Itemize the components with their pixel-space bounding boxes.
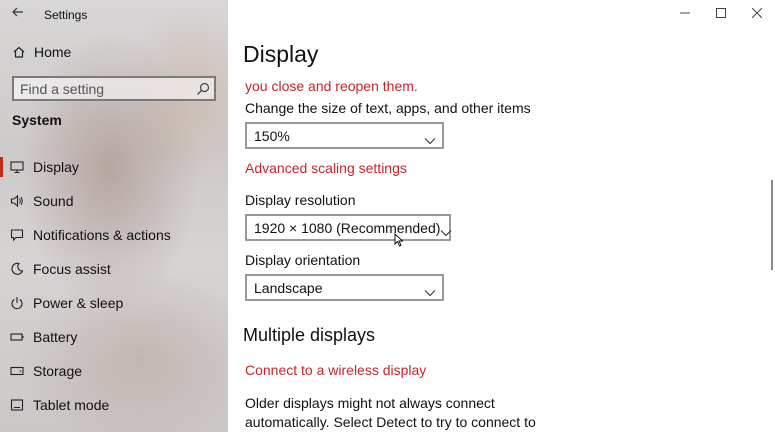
sidebar-item-power-sleep[interactable]: Power & sleep <box>0 286 228 320</box>
moon-icon <box>10 262 24 276</box>
scale-value: 150% <box>254 127 290 144</box>
sidebar-item-storage[interactable]: Storage <box>0 354 228 388</box>
section-title: System <box>12 112 62 128</box>
detect-description: Older displays might not always connect … <box>245 395 536 430</box>
home-label: Home <box>34 44 72 60</box>
sidebar-item-label: Notifications & actions <box>33 227 171 243</box>
sidebar-item-label: Tablet mode <box>33 397 110 413</box>
orientation-value: Landscape <box>254 279 323 296</box>
page-title: Display <box>243 41 319 67</box>
minimize-icon[interactable] <box>667 0 703 26</box>
power-icon <box>10 296 24 310</box>
chevron-down-icon <box>424 132 436 144</box>
mouse-cursor-icon <box>394 232 404 247</box>
tablet-icon <box>10 398 24 412</box>
sidebar-item-display[interactable]: Display <box>0 150 228 184</box>
sidebar-item-battery[interactable]: Battery <box>0 320 228 354</box>
back-arrow-icon[interactable] <box>11 5 25 19</box>
sidebar-item-focus-assist[interactable]: Focus assist <box>0 252 228 286</box>
app-title: Settings <box>44 8 88 22</box>
orientation-dropdown[interactable]: Landscape <box>245 274 444 301</box>
resolution-label: Display resolution <box>245 192 356 208</box>
sidebar-item-sound[interactable]: Sound <box>0 184 228 218</box>
chevron-down-icon <box>440 224 452 236</box>
resolution-value: 1920 × 1080 (Recommended) <box>254 219 441 236</box>
scale-label: Change the size of text, apps, and other… <box>245 100 531 116</box>
home-icon <box>12 45 26 59</box>
sidebar: Settings Home Find a setting System Disp… <box>0 0 228 432</box>
sidebar-item-label: Battery <box>33 329 78 345</box>
scale-dropdown[interactable]: 150% <box>245 122 444 149</box>
wireless-display-link[interactable]: Connect to a wireless display <box>245 362 426 378</box>
close-icon[interactable] <box>739 0 775 26</box>
battery-icon <box>10 330 24 344</box>
monitor-icon <box>10 160 24 174</box>
search-icon[interactable] <box>196 82 210 96</box>
multiple-displays-heading: Multiple displays <box>243 325 376 345</box>
resolution-dropdown[interactable]: 1920 × 1080 (Recommended) <box>245 214 452 241</box>
message-icon <box>10 228 24 242</box>
maximize-icon[interactable] <box>703 0 739 26</box>
sidebar-item-label: Sound <box>33 193 74 209</box>
home-nav-item[interactable]: Home <box>12 42 71 62</box>
search-placeholder: Find a setting <box>20 80 105 97</box>
scrollbar-thumb[interactable] <box>771 180 773 270</box>
chevron-down-icon <box>424 284 436 296</box>
advanced-scaling-link[interactable]: Advanced scaling settings <box>245 160 407 176</box>
speaker-icon <box>10 194 24 208</box>
sidebar-item-label: Display <box>33 159 79 175</box>
sidebar-nav: Display Sound Notifications & actions Fo… <box>0 150 228 422</box>
sidebar-item-label: Storage <box>33 363 83 379</box>
window-controls <box>667 0 775 26</box>
sidebar-item-tablet-mode[interactable]: Tablet mode <box>0 388 228 422</box>
sidebar-item-label: Power & sleep <box>33 295 124 311</box>
main-content: Display you close and reopen them. Chang… <box>228 0 775 432</box>
orientation-label: Display orientation <box>245 252 361 268</box>
search-input[interactable]: Find a setting <box>12 76 216 101</box>
restart-warning-text: you close and reopen them. <box>245 78 418 94</box>
sidebar-item-notifications[interactable]: Notifications & actions <box>0 218 228 252</box>
sidebar-item-label: Focus assist <box>33 261 111 277</box>
storage-icon <box>10 364 24 378</box>
